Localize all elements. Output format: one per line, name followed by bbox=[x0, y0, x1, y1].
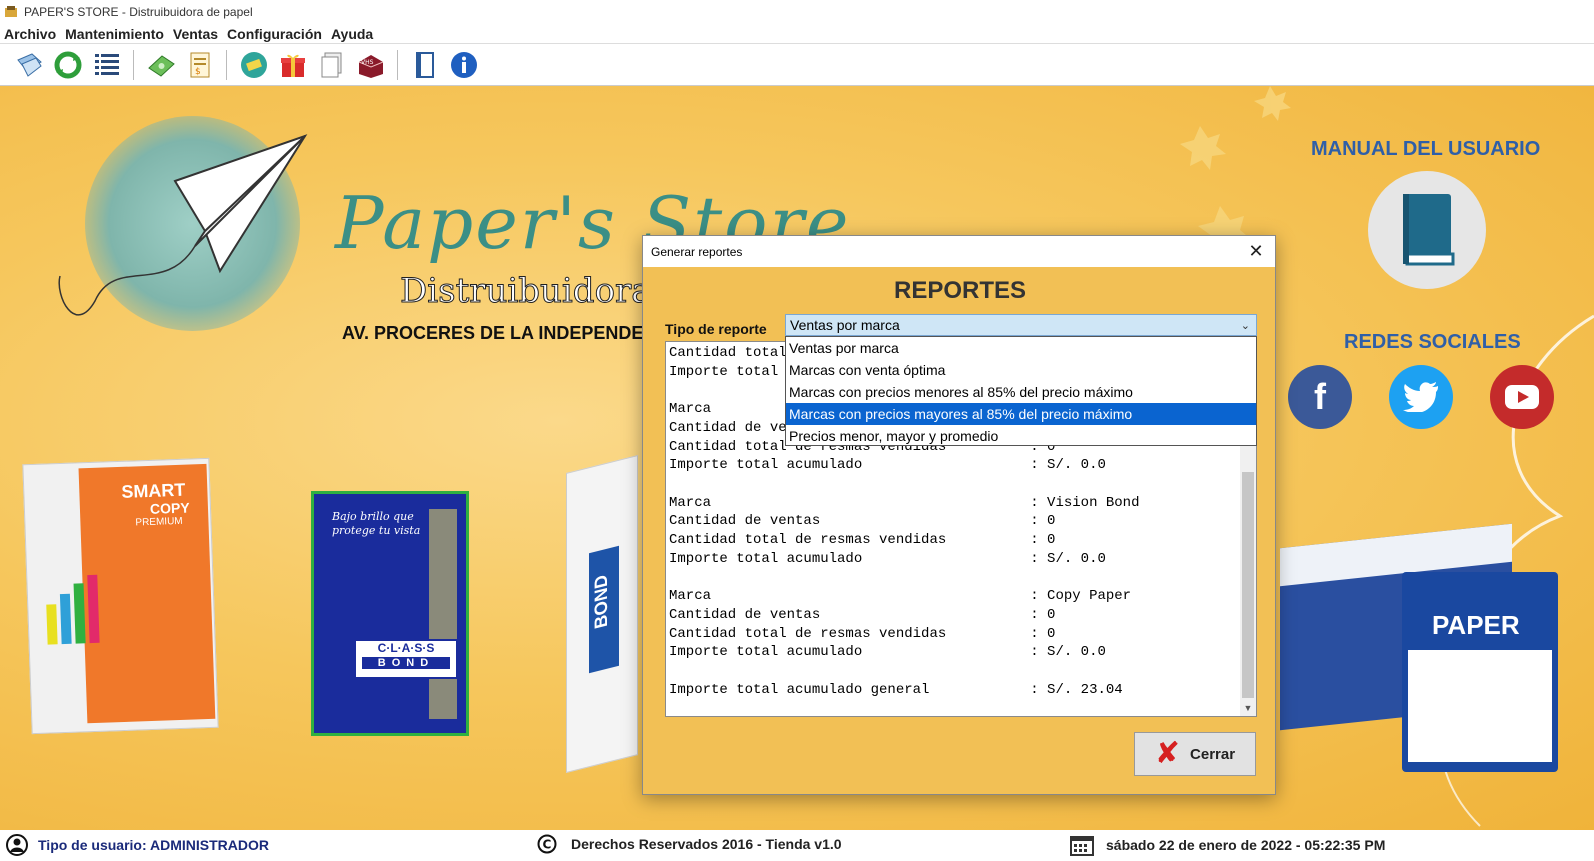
option-ventas-por-marca[interactable]: Ventas por marca bbox=[786, 337, 1256, 359]
product-smart-copy: SMART COPY PREMIUM bbox=[22, 457, 219, 735]
product-bond-box: BOND bbox=[566, 455, 638, 773]
bond-name: BOND bbox=[591, 572, 611, 631]
status-bar: Tipo de usuario: ADMINISTRADOR C Derecho… bbox=[0, 830, 1594, 861]
product-class-bond: Bajo brillo que protege tu vista C·L·A·S… bbox=[311, 491, 469, 736]
menu-ayuda[interactable]: Ayuda bbox=[331, 26, 373, 42]
copyright-icon: C bbox=[537, 834, 557, 854]
svg-text:$: $ bbox=[195, 67, 201, 77]
social-heading: REDES SOCIALES bbox=[1344, 331, 1521, 353]
report-line: Marca : Vision Bond bbox=[669, 494, 1140, 511]
list-icon[interactable] bbox=[90, 48, 124, 82]
invoice-icon[interactable]: $ bbox=[183, 48, 217, 82]
menu-ventas[interactable]: Ventas bbox=[173, 26, 218, 42]
report-line: Cantidad total de resmas vendidas : 0 bbox=[669, 532, 1056, 549]
calendar-icon bbox=[1070, 836, 1094, 856]
product-copy-paper-ream: PAPER bbox=[1402, 572, 1558, 772]
store-icon[interactable]: VHS bbox=[354, 48, 388, 82]
paper-plane-icon bbox=[58, 134, 308, 316]
toolbar-separator bbox=[397, 49, 398, 80]
book-icon[interactable] bbox=[408, 48, 442, 82]
report-type-selected: Ventas por marca bbox=[790, 317, 900, 333]
users-icon[interactable] bbox=[12, 48, 46, 82]
app-icon bbox=[5, 6, 17, 17]
report-line: Importe total acumulado : S/. 0.0 bbox=[669, 457, 1106, 474]
dialog-titlebar: Generar reportes ✕ bbox=[643, 236, 1275, 267]
svg-text:VHS: VHS bbox=[361, 59, 374, 66]
scrollbar-thumb[interactable] bbox=[1242, 472, 1254, 698]
facebook-icon[interactable]: f bbox=[1288, 365, 1352, 429]
report-line bbox=[669, 475, 1256, 494]
report-line: Importe total acumulado : S/. 0.0 bbox=[669, 550, 1106, 567]
gift-icon[interactable] bbox=[276, 48, 310, 82]
reports-dialog: Generar reportes ✕ REPORTES Tipo de repo… bbox=[642, 235, 1276, 795]
close-button[interactable]: ✘ Cerrar bbox=[1134, 732, 1256, 776]
svg-text:C: C bbox=[543, 838, 552, 852]
manual-heading: MANUAL DEL USUARIO bbox=[1311, 138, 1541, 160]
window-titlebar: PAPER'S STORE - Distruibuidora de papel bbox=[0, 0, 1594, 24]
report-line: Importe total acumulado general : S/. 23… bbox=[669, 681, 1123, 698]
ticket-icon[interactable] bbox=[237, 48, 271, 82]
class-bond: BOND bbox=[362, 657, 450, 669]
dialog-title: Generar reportes bbox=[651, 244, 743, 259]
store-address: AV. PROCERES DE LA INDEPENDE bbox=[342, 323, 644, 343]
option-precios-menor-mayor-promedio[interactable]: Precios menor, mayor y promedio bbox=[786, 425, 1256, 447]
menu-bar: Archivo Mantenimiento Ventas Configuraci… bbox=[0, 24, 1594, 44]
info-icon[interactable] bbox=[447, 48, 481, 82]
user-icon bbox=[6, 834, 28, 856]
youtube-icon[interactable] bbox=[1490, 365, 1554, 429]
datetime: sábado 22 de enero de 2022 - 05:22:35 PM bbox=[1106, 837, 1386, 853]
menu-mantenimiento[interactable]: Mantenimiento bbox=[65, 26, 164, 42]
report-line: Cantidad de ventas : 0 bbox=[669, 513, 1056, 530]
smart-edition: PREMIUM bbox=[135, 515, 183, 529]
class-tagline: Bajo brillo que protege tu vista bbox=[332, 510, 421, 537]
menu-archivo[interactable]: Archivo bbox=[4, 26, 56, 42]
option-precios-mayores-85[interactable]: Marcas con precios mayores al 85% del pr… bbox=[786, 403, 1256, 425]
manual-book-icon bbox=[1403, 194, 1455, 266]
report-line: Importe total acumulado : S/. 0.0 bbox=[669, 644, 1106, 661]
documents-icon[interactable] bbox=[315, 48, 349, 82]
manual-button[interactable] bbox=[1368, 171, 1486, 289]
twitter-icon[interactable] bbox=[1389, 365, 1453, 429]
reports-heading: REPORTES bbox=[893, 277, 1027, 304]
smart-line: COPY bbox=[149, 499, 190, 517]
chevron-down-icon[interactable]: ⌄ bbox=[1241, 319, 1250, 332]
report-type-label: Tipo de reporte bbox=[665, 321, 767, 337]
report-line bbox=[669, 662, 1256, 681]
scroll-down-icon[interactable]: ▼ bbox=[1240, 700, 1256, 716]
money-icon[interactable] bbox=[144, 48, 178, 82]
toolbar-separator bbox=[133, 49, 134, 80]
option-marcas-venta-optima[interactable]: Marcas con venta óptima bbox=[786, 359, 1256, 381]
window-title: PAPER'S STORE - Distruibuidora de papel bbox=[24, 5, 253, 19]
copy-paper-name: PAPER bbox=[1432, 610, 1520, 640]
toolbar-separator bbox=[226, 49, 227, 80]
class-name: C·L·A·S·S bbox=[377, 641, 435, 655]
menu-configuracion[interactable]: Configuración bbox=[227, 26, 322, 42]
report-type-dropdown: Ventas por marca Marcas con venta óptima… bbox=[785, 336, 1257, 446]
report-line bbox=[669, 568, 1256, 587]
close-button-label: Cerrar bbox=[1190, 745, 1236, 763]
refresh-icon[interactable] bbox=[51, 48, 85, 82]
report-line: Cantidad de ventas : 0 bbox=[669, 606, 1056, 623]
user-type: Tipo de usuario: ADMINISTRADOR bbox=[38, 837, 269, 853]
copyright-text: Derechos Reservados 2016 - Tienda v1.0 bbox=[571, 836, 842, 852]
close-x-icon: ✘ bbox=[1154, 737, 1181, 770]
report-type-select[interactable]: Ventas por marca ⌄ bbox=[785, 314, 1257, 336]
report-line: Marca : Copy Paper bbox=[669, 588, 1132, 605]
dialog-close-button[interactable]: ✕ bbox=[1245, 240, 1267, 262]
option-precios-menores-85[interactable]: Marcas con precios menores al 85% del pr… bbox=[786, 381, 1256, 403]
toolbar: $ VHS bbox=[0, 44, 1594, 86]
report-line: Cantidad total de resmas vendidas : 0 bbox=[669, 625, 1056, 642]
